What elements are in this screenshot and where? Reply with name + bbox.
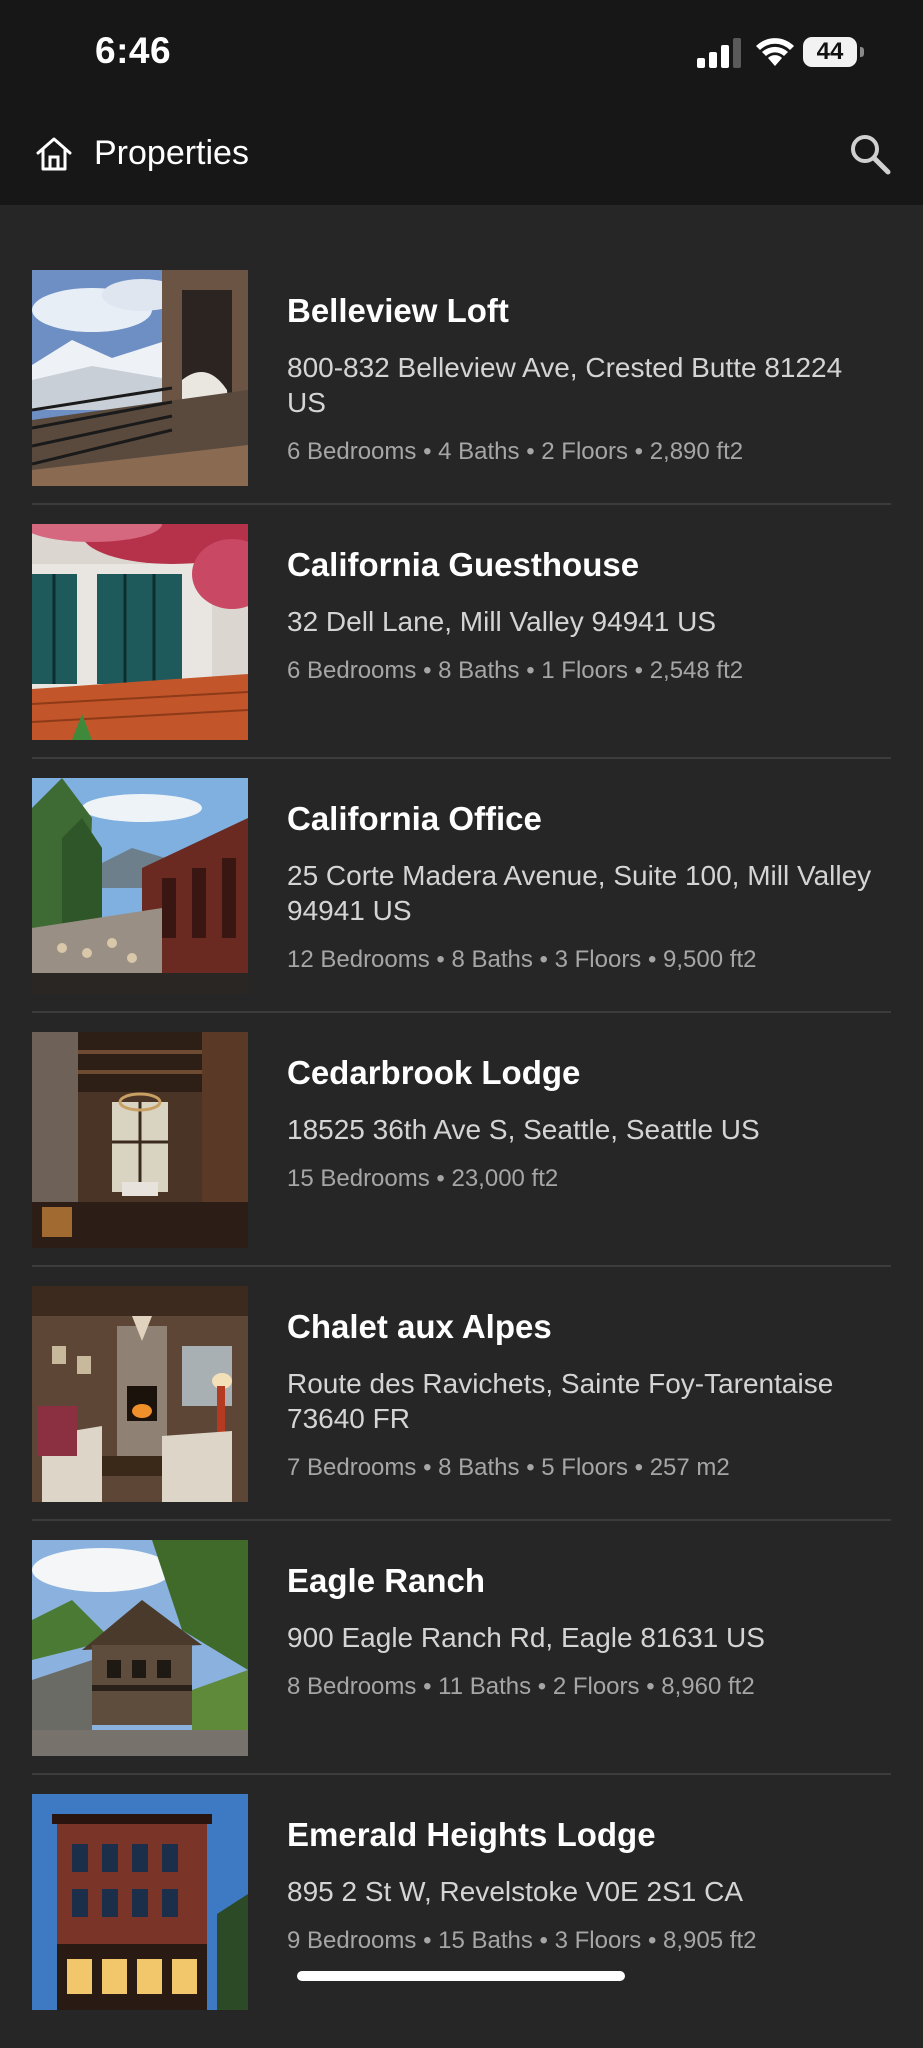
property-photo bbox=[32, 1286, 248, 1502]
property-address: 25 Corte Madera Avenue, Suite 100, Mill … bbox=[287, 860, 872, 926]
property-list-item[interactable]: California Office 25 Corte Madera Avenue… bbox=[0, 778, 923, 1032]
property-address: 895 2 St W, Revelstoke V0E 2S1 CA bbox=[287, 1876, 744, 1907]
property-photo bbox=[32, 524, 248, 740]
property-list-item[interactable]: California Guesthouse 32 Dell Lane, Mill… bbox=[0, 524, 923, 778]
divider bbox=[32, 1519, 891, 1521]
property-photo bbox=[32, 270, 248, 486]
battery-icon: 44 bbox=[803, 37, 865, 67]
property-photo bbox=[32, 1540, 248, 1756]
property-address: 800-832 Belleview Ave, Crested Butte 812… bbox=[287, 352, 843, 418]
home-indicator[interactable] bbox=[297, 1971, 625, 1981]
property-name: Emerald Heights Lodge bbox=[287, 1816, 656, 1853]
home-icon[interactable] bbox=[34, 134, 74, 174]
property-details: 15 Bedrooms • 23,000 ft2 bbox=[287, 1165, 559, 1192]
property-name: Cedarbrook Lodge bbox=[287, 1054, 581, 1091]
page-title: Properties bbox=[94, 134, 249, 172]
property-name: Eagle Ranch bbox=[287, 1562, 486, 1599]
property-photo bbox=[32, 1794, 248, 2010]
property-list-item[interactable]: Belleview Loft 800-832 Belleview Ave, Cr… bbox=[0, 270, 923, 524]
property-address: 900 Eagle Ranch Rd, Eagle 81631 US bbox=[287, 1622, 765, 1653]
divider bbox=[32, 503, 891, 505]
property-name: Belleview Loft bbox=[287, 292, 509, 329]
property-name: California Guesthouse bbox=[287, 546, 640, 583]
property-list-item[interactable]: Chalet aux Alpes Route des Ravichets, Sa… bbox=[0, 1286, 923, 1540]
property-details: 6 Bedrooms • 4 Baths • 2 Floors • 2,890 … bbox=[287, 438, 744, 465]
property-photo bbox=[32, 1032, 248, 1248]
divider bbox=[32, 1773, 891, 1775]
property-address: 32 Dell Lane, Mill Valley 94941 US bbox=[287, 606, 717, 637]
property-details: 12 Bedrooms • 8 Baths • 3 Floors • 9,500… bbox=[287, 946, 757, 973]
property-address: 18525 36th Ave S, Seattle, Seattle US bbox=[287, 1114, 760, 1145]
property-details: 7 Bedrooms • 8 Baths • 5 Floors • 257 m2 bbox=[287, 1454, 730, 1481]
property-address: Route des Ravichets, Sainte Foy-Tarentai… bbox=[287, 1368, 834, 1434]
battery-level: 44 bbox=[816, 38, 844, 65]
search-icon[interactable] bbox=[848, 132, 892, 176]
property-photo bbox=[32, 778, 248, 994]
property-name: California Office bbox=[287, 800, 542, 837]
wifi-icon bbox=[756, 38, 794, 66]
cellular-signal-icon bbox=[697, 38, 741, 68]
property-list: Belleview Loft 800-832 Belleview Ave, Cr… bbox=[0, 270, 923, 2048]
app-bar: Properties bbox=[0, 100, 923, 205]
property-details: 8 Bedrooms • 11 Baths • 2 Floors • 8,960… bbox=[287, 1673, 755, 1700]
property-list-item[interactable]: Emerald Heights Lodge 895 2 St W, Revels… bbox=[0, 1794, 923, 2048]
property-list-item[interactable]: Cedarbrook Lodge 18525 36th Ave S, Seatt… bbox=[0, 1032, 923, 1286]
status-bar: 6:46 44 bbox=[0, 0, 923, 100]
property-list-item[interactable]: Eagle Ranch 900 Eagle Ranch Rd, Eagle 81… bbox=[0, 1540, 923, 1794]
divider bbox=[32, 1265, 891, 1267]
divider bbox=[32, 757, 891, 759]
divider bbox=[32, 1011, 891, 1013]
property-details: 6 Bedrooms • 8 Baths • 1 Floors • 2,548 … bbox=[287, 657, 744, 684]
status-time: 6:46 bbox=[95, 30, 172, 71]
property-details: 9 Bedrooms • 15 Baths • 3 Floors • 8,905… bbox=[287, 1927, 757, 1954]
property-name: Chalet aux Alpes bbox=[287, 1308, 552, 1345]
